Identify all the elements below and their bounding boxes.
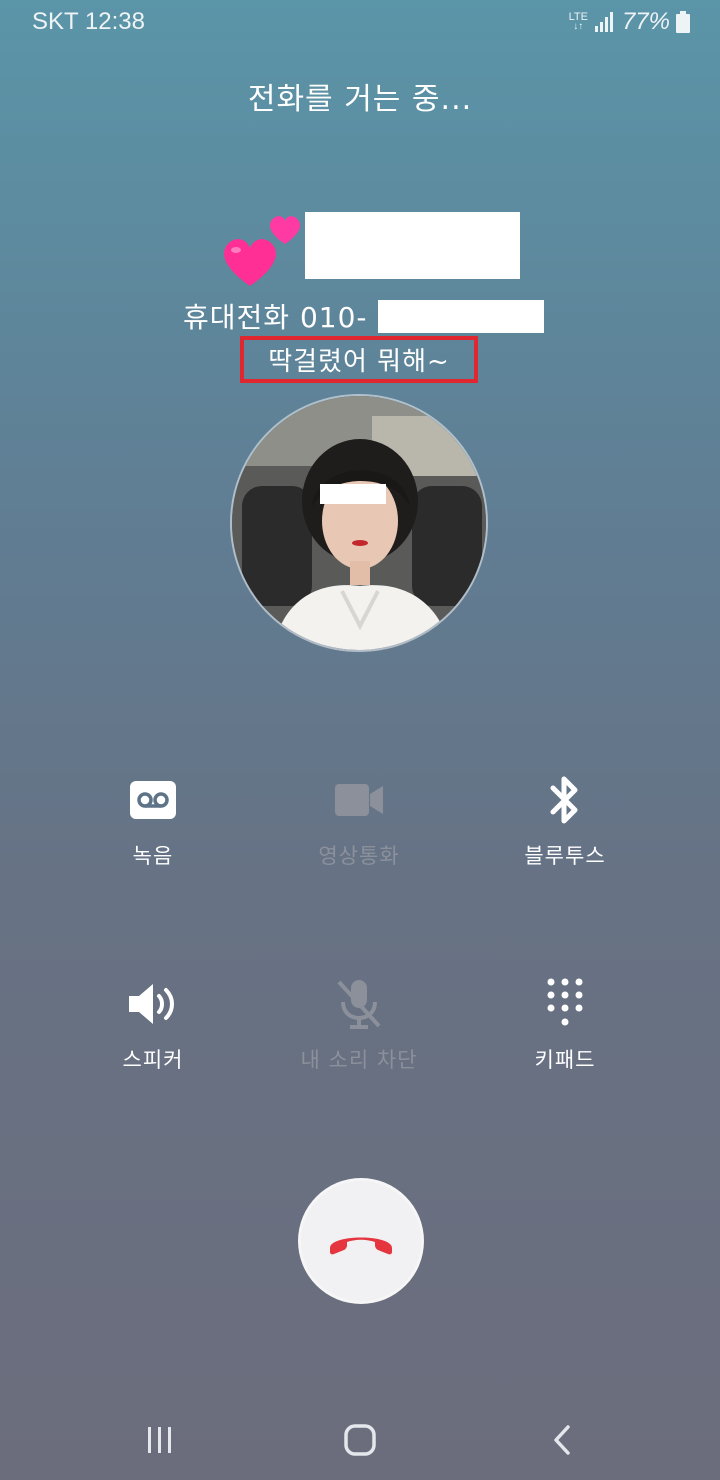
contact-memo: 딱걸렸어 뭐해~ bbox=[240, 336, 478, 383]
mute-button[interactable]: 내 소리 차단 bbox=[269, 976, 449, 1074]
speaker-icon bbox=[129, 984, 174, 1024]
end-call-button[interactable] bbox=[298, 1178, 424, 1304]
keypad-icon bbox=[547, 978, 583, 1026]
back-icon bbox=[554, 1425, 570, 1455]
hang-up-icon bbox=[330, 1237, 392, 1255]
video-camera-icon bbox=[335, 784, 383, 816]
recent-apps-icon bbox=[148, 1427, 171, 1453]
lte-icon: LTE ↓↑ bbox=[568, 11, 588, 32]
phone-number-redacted bbox=[378, 300, 544, 333]
keypad-label: 키패드 bbox=[534, 1048, 596, 1072]
hearts-emoji-icon bbox=[224, 216, 301, 286]
contact-memo-text: 딱걸렸어 뭐해~ bbox=[268, 347, 450, 377]
mic-off-icon bbox=[337, 980, 381, 1029]
contact-photo bbox=[230, 394, 488, 652]
navigation-bar bbox=[0, 1400, 720, 1480]
contact-name-redacted bbox=[305, 212, 520, 279]
carrier-time: SKT 12:38 bbox=[32, 8, 145, 35]
back-button[interactable] bbox=[532, 1422, 592, 1458]
record-button[interactable]: 녹음 bbox=[63, 772, 243, 870]
home-icon bbox=[344, 1424, 376, 1456]
video-call-button[interactable]: 영상통화 bbox=[269, 772, 449, 870]
speaker-label: 스피커 bbox=[122, 1048, 184, 1072]
bluetooth-icon bbox=[550, 776, 578, 824]
bluetooth-button[interactable]: 블루투스 bbox=[475, 772, 655, 870]
signal-icon bbox=[594, 12, 613, 32]
phone-number: 휴대전화 010- bbox=[183, 301, 368, 334]
mute-label: 내 소리 차단 bbox=[300, 1048, 418, 1072]
status-icons: LTE ↓↑ 77% bbox=[569, 8, 690, 36]
video-call-label: 영상통화 bbox=[318, 844, 400, 868]
record-label: 녹음 bbox=[132, 844, 174, 868]
battery-icon bbox=[676, 11, 690, 33]
home-button[interactable] bbox=[330, 1422, 390, 1458]
keypad-button[interactable]: 키패드 bbox=[475, 976, 655, 1074]
recent-apps-button[interactable] bbox=[130, 1422, 190, 1458]
status-bar: SKT 12:38 LTE ↓↑ 77% bbox=[0, 0, 720, 44]
speaker-button[interactable]: 스피커 bbox=[63, 976, 243, 1074]
bluetooth-label: 블루투스 bbox=[524, 844, 606, 868]
call-status-text: 전화를 거는 중... bbox=[247, 82, 473, 117]
voicemail-record-icon bbox=[130, 781, 176, 819]
battery-percent: 77% bbox=[621, 8, 670, 35]
